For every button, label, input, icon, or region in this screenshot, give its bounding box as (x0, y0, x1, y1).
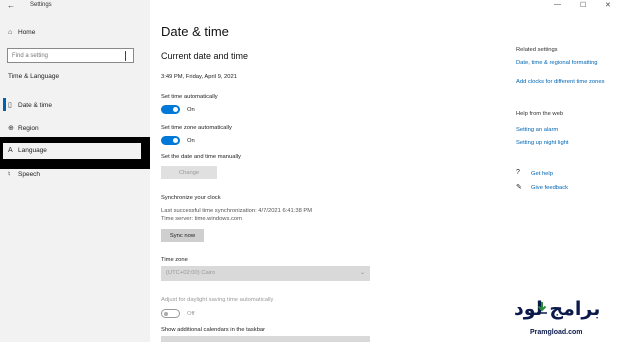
sidebar-item-label: Language (18, 147, 47, 154)
dst-toggle[interactable] (161, 309, 180, 318)
toggle-knob (173, 138, 178, 143)
set-tz-auto-toggle[interactable] (161, 136, 180, 145)
current-datetime: 3:49 PM, Friday, April 9, 2021 (161, 74, 237, 80)
set-time-auto-toggle[interactable] (161, 105, 180, 114)
sidebar-item-home[interactable]: ⌂ Home (8, 29, 35, 36)
language-icon: A (8, 147, 13, 154)
watermark-logo: برامج لود Pramgload.com (506, 296, 636, 340)
page-title: Date & time (161, 24, 229, 39)
calendars-label: Show additional calendars in the taskbar (161, 327, 266, 333)
toggle-knob (164, 311, 168, 316)
dst-state: Off (187, 311, 195, 317)
title-bar: ← Settings — ☐ ✕ (0, 0, 640, 12)
sync-now-button[interactable]: Sync now (161, 229, 204, 242)
chevron-down-icon: ⌄ (359, 270, 365, 276)
microphone-icon: ♮ (8, 171, 11, 178)
link-setting-alarm[interactable]: Setting an alarm (516, 127, 558, 133)
sidebar-item-speech[interactable]: ♮ Speech (8, 170, 41, 179)
calendars-select[interactable] (161, 336, 370, 342)
watermark-latin: Pramgload.com (530, 329, 583, 336)
link-regional-formatting[interactable]: Date, time & regional formatting (516, 60, 598, 66)
download-icon (537, 302, 547, 314)
back-arrow-icon[interactable]: ← (7, 1, 15, 10)
minimize-icon[interactable]: — (554, 1, 561, 8)
sidebar-section-label: Time & Language (8, 73, 60, 80)
dst-label: Adjust for daylight saving time automati… (161, 297, 274, 303)
sidebar-item-label: Home (18, 29, 36, 36)
timezone-select[interactable]: (UTC+02:00) Cairo ⌄ (161, 266, 370, 281)
text-cursor (125, 51, 126, 61)
window-title: Settings (30, 2, 52, 8)
sidebar-item-region[interactable]: ⊕ Region (8, 124, 39, 133)
sync-title: Synchronize your clock (161, 195, 221, 201)
feedback-icon: ✎ (516, 184, 522, 191)
sidebar-item-label: Region (18, 124, 39, 132)
help-title: Help from the web (516, 111, 564, 117)
sidebar-item-date-time[interactable]: ▯ Date & time (8, 101, 52, 110)
set-time-auto-state: On (187, 107, 195, 113)
help-icon: ? (516, 169, 520, 176)
maximize-icon[interactable]: ☐ (580, 1, 586, 9)
selection-indicator (3, 98, 6, 111)
link-give-feedback[interactable]: Give feedback (531, 185, 568, 191)
set-manual-label: Set the date and time manually (161, 154, 241, 160)
sidebar-item-label: Date & time (18, 101, 52, 109)
section-title: Current date and time (161, 51, 249, 61)
timezone-label: Time zone (161, 257, 188, 263)
globe-icon: ⊕ (8, 125, 14, 132)
set-time-auto-label: Set time automatically (161, 94, 218, 100)
watermark-arabic: برامج لود (514, 298, 601, 320)
set-tz-auto-label: Set time zone automatically (161, 125, 232, 131)
related-settings-title: Related settings (516, 47, 558, 53)
set-tz-auto-state: On (187, 138, 195, 144)
home-icon: ⌂ (8, 29, 13, 36)
calendar-clock-icon: ▯ (8, 102, 12, 109)
timezone-value: (UTC+02:00) Cairo (166, 270, 216, 276)
link-get-help[interactable]: Get help (531, 171, 553, 177)
toggle-knob (173, 107, 178, 112)
link-night-light[interactable]: Setting up night light (516, 140, 569, 146)
sidebar-item-label: Speech (18, 170, 41, 178)
sidebar-item-language[interactable]: A Language (8, 147, 47, 154)
change-button[interactable]: Change (161, 166, 217, 179)
close-icon[interactable]: ✕ (605, 1, 611, 9)
link-add-clocks[interactable]: Add clocks for different time zones (516, 79, 605, 85)
search-input[interactable]: Find a setting (7, 48, 134, 63)
search-placeholder: Find a setting (12, 53, 49, 59)
sync-server-text: Time server: time.windows.com (161, 216, 242, 222)
sync-last-text: Last successful time synchronization: 4/… (161, 208, 313, 214)
